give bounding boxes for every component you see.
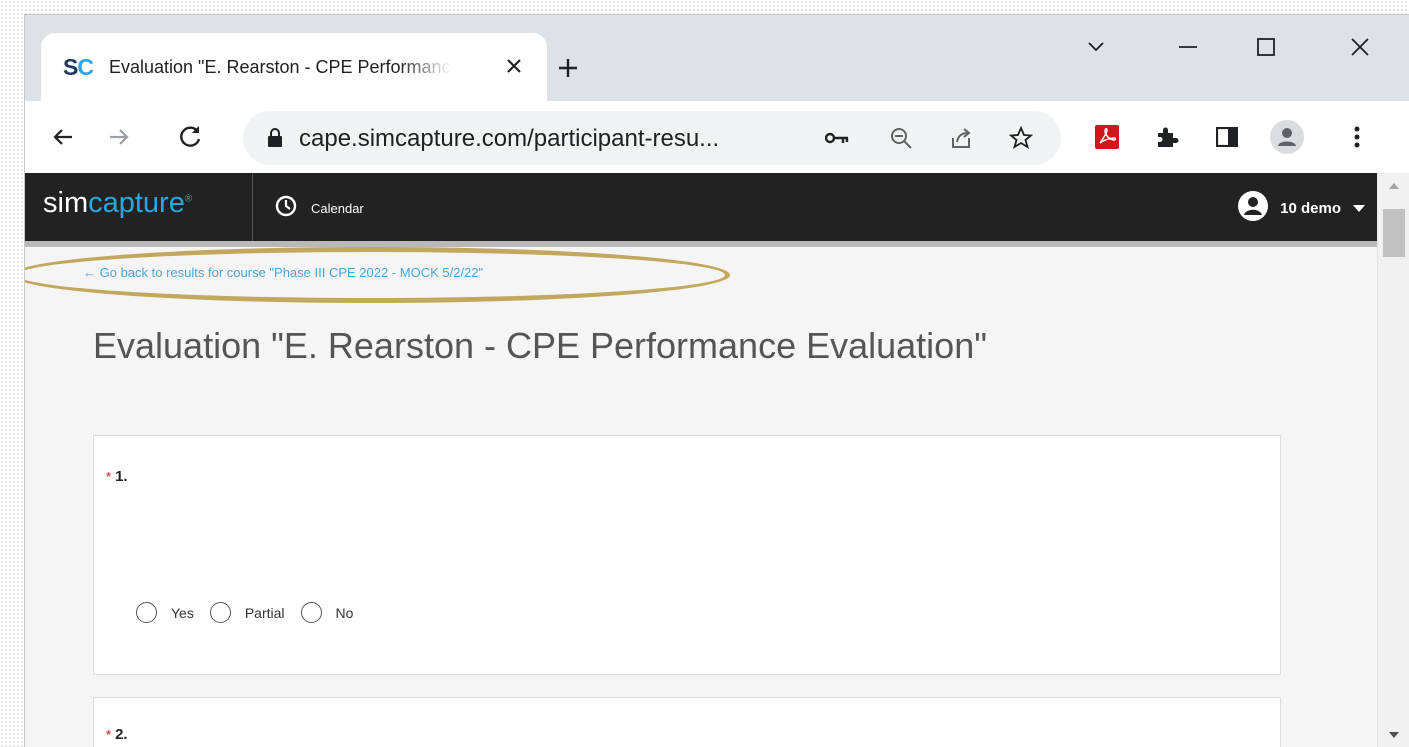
browser-toolbar: cape.simcapture.com/participant-resu...: [25, 101, 1409, 173]
reload-icon[interactable]: [173, 119, 209, 155]
extensions-icon[interactable]: [1149, 119, 1185, 155]
radio-yes-label: Yes: [171, 604, 194, 621]
nav-calendar[interactable]: Calendar: [275, 195, 364, 222]
header-shadow-strip: [25, 241, 1377, 247]
simcapture-logo[interactable]: simcapture®: [43, 187, 192, 220]
highlight-oval: [25, 247, 730, 303]
zoom-out-icon[interactable]: [887, 124, 915, 152]
required-mark: *: [106, 727, 112, 742]
chevron-down-icon: [1353, 200, 1365, 218]
pdf-extension-icon[interactable]: [1089, 119, 1125, 155]
tab-strip: SC Evaluation "E. Rearston - CPE Perform…: [25, 15, 1409, 101]
radio-no[interactable]: [300, 602, 322, 623]
url-text: cape.simcapture.com/participant-resu...: [299, 125, 720, 152]
question-card-2: * 2.: [93, 697, 1281, 747]
tab-title: Evaluation "E. Rearston - CPE Performanc…: [109, 56, 451, 77]
user-name: 10 demo: [1280, 200, 1341, 217]
star-icon[interactable]: [1007, 124, 1035, 152]
lock-icon[interactable]: [267, 128, 283, 153]
question-number: * 2.: [106, 726, 128, 743]
minimize-icon[interactable]: [1165, 29, 1211, 65]
web-viewport: simcapture® Calendar 10 demo ← Go back t…: [25, 173, 1409, 747]
question-card-1: * 1. Yes Partial No: [93, 435, 1281, 675]
radio-partial-label: Partial: [244, 604, 285, 621]
scroll-thumb[interactable]: [1383, 209, 1405, 257]
address-bar[interactable]: cape.simcapture.com/participant-resu...: [243, 111, 1061, 165]
user-avatar-icon: [1238, 191, 1269, 226]
scroll-down-arrow-icon[interactable]: [1389, 732, 1399, 738]
side-panel-icon[interactable]: [1209, 119, 1245, 155]
browser-window: SC Evaluation "E. Rearston - CPE Perform…: [24, 14, 1409, 747]
tab-close-icon[interactable]: [499, 51, 529, 81]
close-icon[interactable]: [1337, 29, 1383, 65]
question-number: * 1.: [106, 468, 128, 485]
required-mark: *: [106, 469, 112, 484]
vertical-scrollbar[interactable]: [1377, 173, 1409, 747]
header-divider: [252, 173, 253, 241]
share-icon[interactable]: [947, 124, 975, 152]
browser-tab[interactable]: SC Evaluation "E. Rearston - CPE Perform…: [41, 33, 547, 101]
simcapture-favicon-icon: SC: [63, 53, 94, 80]
simcapture-header: simcapture® Calendar 10 demo: [25, 173, 1377, 241]
scroll-up-arrow-icon[interactable]: [1389, 183, 1399, 189]
page-title: Evaluation "E. Rearston - CPE Performanc…: [93, 325, 987, 366]
new-tab-button[interactable]: [551, 51, 585, 85]
answer-options: Yes Partial No: [136, 602, 369, 623]
profile-icon[interactable]: [1269, 119, 1305, 155]
forward-icon[interactable]: [101, 119, 137, 155]
nav-calendar-label: Calendar: [311, 201, 364, 216]
key-icon[interactable]: [823, 124, 851, 152]
more-menu-icon[interactable]: [1339, 119, 1375, 155]
user-menu[interactable]: 10 demo: [1238, 191, 1365, 226]
radio-yes[interactable]: [136, 602, 157, 623]
radio-no-label: No: [335, 604, 354, 621]
tab-search-icon[interactable]: [1073, 29, 1119, 65]
back-icon[interactable]: [45, 119, 81, 155]
clock-icon: [275, 195, 297, 222]
radio-partial[interactable]: [209, 602, 231, 623]
maximize-icon[interactable]: [1243, 29, 1289, 65]
